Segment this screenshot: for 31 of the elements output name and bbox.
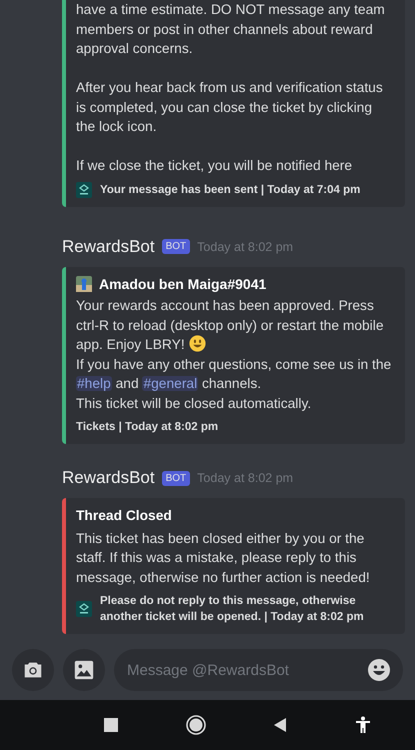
embed-text: After you hear back from us and verification status is completed, you can close the ticket by clicking the lock icon. bbox=[76, 79, 384, 136]
channel-link[interactable]: #general bbox=[142, 376, 198, 391]
embed-text: have a time estimate. DO NOT message any team members or post in other channels about reward approval concerns. bbox=[76, 1, 386, 58]
image-icon bbox=[73, 659, 95, 681]
embed-text: This ticket has been closed either by you or the staff. If this was a mistake, please reply to this message, otherwise no further action is needed! bbox=[76, 530, 371, 587]
back-icon[interactable] bbox=[273, 717, 288, 733]
embed-text: If you have any other questions, come see us in the #help and #general channels. bbox=[76, 356, 392, 393]
gallery-button[interactable] bbox=[63, 649, 105, 691]
username[interactable]: RewardsBot bbox=[62, 236, 155, 256]
bot-tag: BOT bbox=[162, 470, 190, 486]
bot-tag: BOT bbox=[162, 239, 190, 254]
smiley-icon bbox=[188, 335, 206, 352]
embed-footer: Please do not reply to this message, otherwise another ticket will be opened. | Today at 8:02 pm bbox=[100, 593, 395, 625]
timestamp: Today at 8:02 pm bbox=[197, 471, 294, 485]
avatar-icon bbox=[76, 276, 92, 292]
embed-title: Thread Closed bbox=[76, 507, 173, 525]
username[interactable]: RewardsBot bbox=[62, 468, 155, 488]
message-field[interactable]: Message @RewardsBot bbox=[114, 649, 403, 691]
accessibility-icon[interactable] bbox=[355, 716, 372, 734]
recents-icon[interactable] bbox=[104, 718, 118, 732]
embed-text: Your rewards account has been approved. Press ctrl-R to reload (desktop only) or restart the mobile app. Enjoy LBRY! bbox=[76, 297, 384, 354]
embed-text: If we close the ticket, you will be notified here bbox=[76, 157, 354, 175]
embed-author: Amadou ben Maiga#9041 bbox=[99, 274, 266, 294]
emoji-icon[interactable] bbox=[367, 658, 391, 682]
embed-footer: Tickets | Today at 8:02 pm bbox=[76, 419, 218, 435]
home-icon[interactable] bbox=[186, 715, 206, 735]
embed-text: This ticket will be closed automatically. bbox=[76, 394, 312, 413]
embed-footer: Your message has been sent | Today at 7:04 pm bbox=[100, 182, 360, 198]
timestamp: Today at 8:02 pm bbox=[197, 240, 294, 254]
channel-link[interactable]: #help bbox=[76, 376, 112, 391]
camera-button[interactable] bbox=[12, 649, 54, 691]
